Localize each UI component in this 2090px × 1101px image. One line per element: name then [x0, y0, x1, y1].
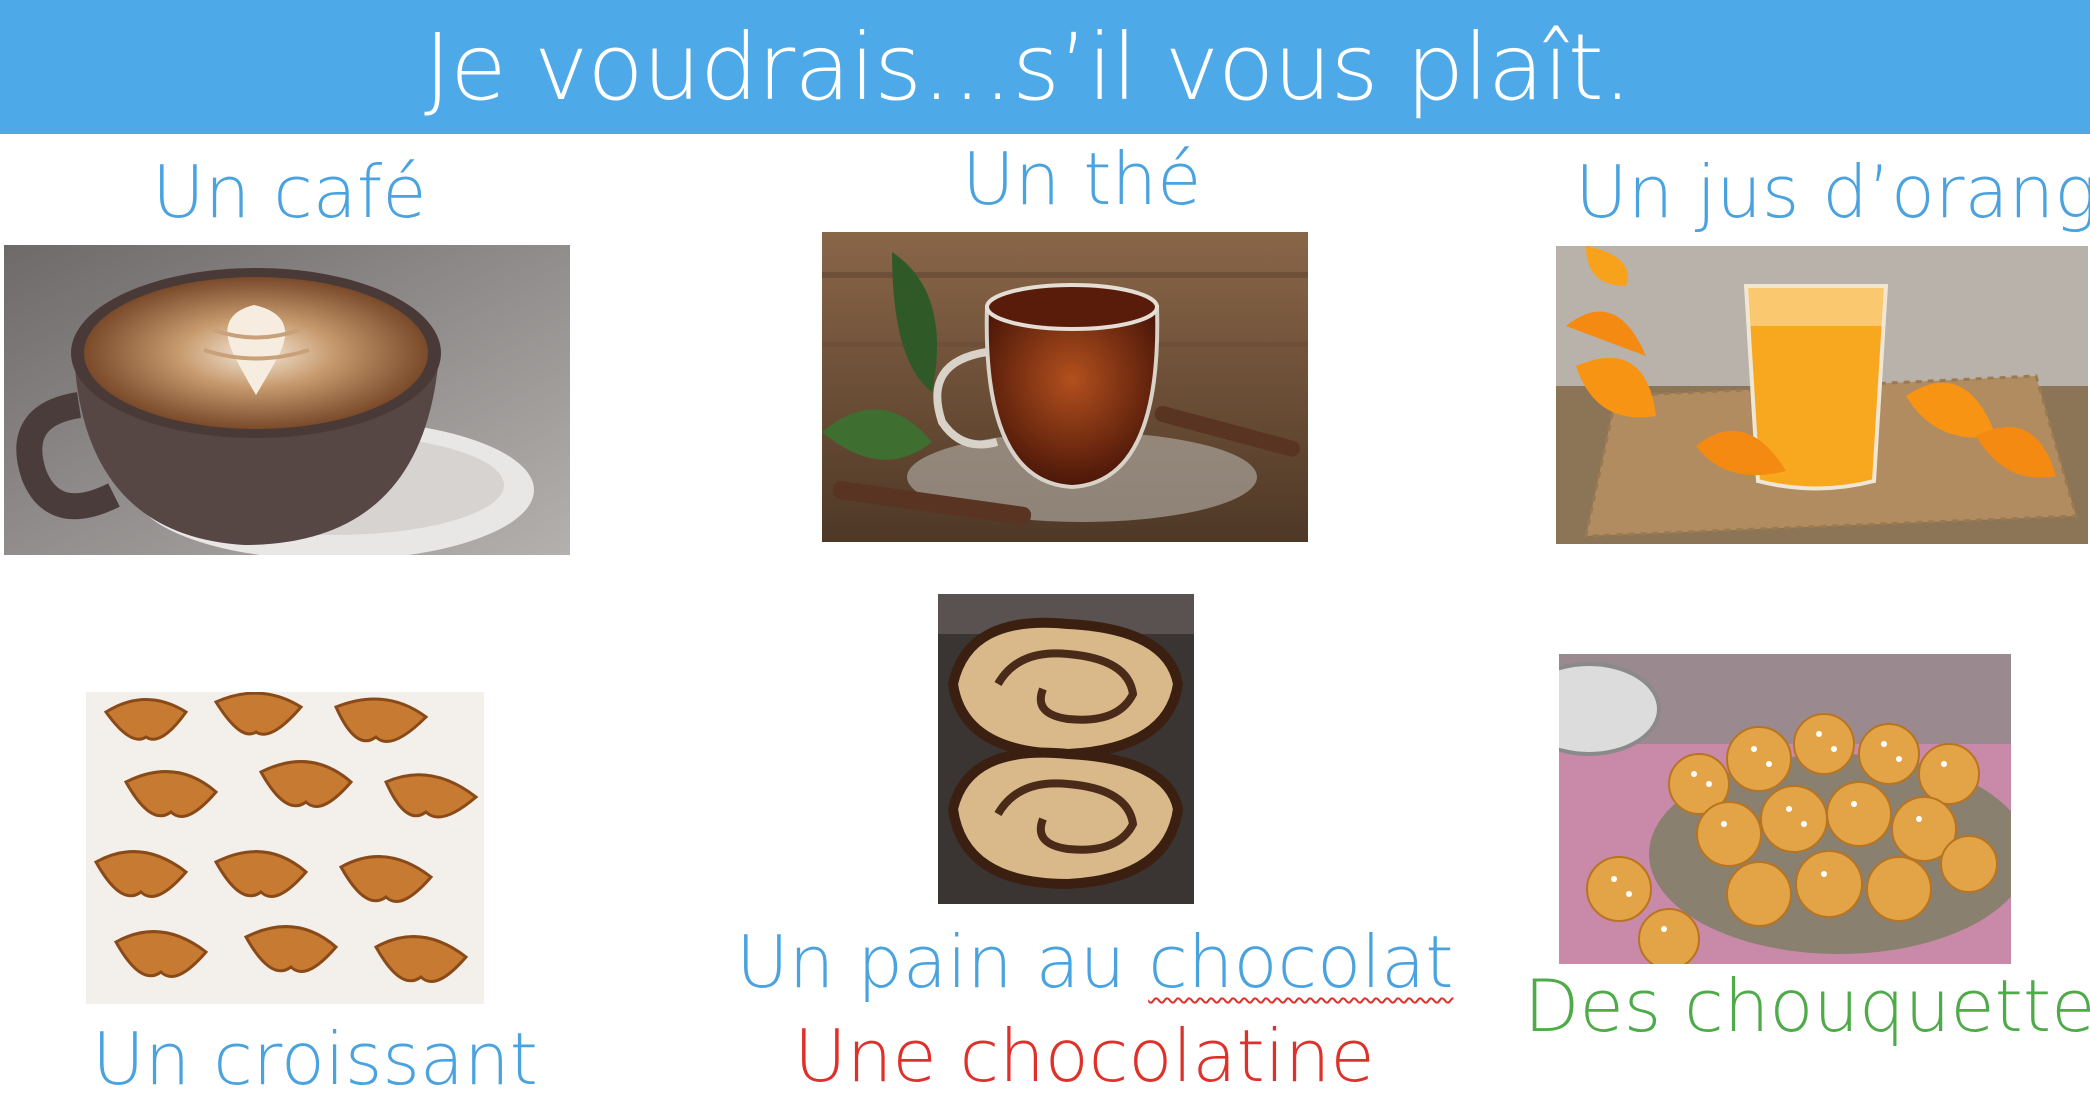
label-croissant: Un croissant	[92, 1017, 538, 1101]
cafe-image	[4, 245, 570, 555]
label-pain-au-prefix: Un pain au	[736, 920, 1149, 1004]
page-title: Je voudrais…s’il vous plaît.	[423, 13, 1632, 121]
jus-orange-image	[1556, 246, 2088, 544]
label-chocolat-underlined: chocolat	[1148, 920, 1454, 1004]
label-chouquettes: Des chouquettes	[1524, 964, 2090, 1048]
croissant-image	[86, 692, 484, 1004]
title-banner: Je voudrais…s’il vous plaît.	[0, 0, 2090, 134]
label-cafe: Un café	[152, 150, 427, 234]
pain-au-chocolat-image	[938, 594, 1194, 904]
label-chocolatine: Une chocolatine	[794, 1014, 1375, 1098]
label-pain-au-chocolat: Un pain au chocolat	[736, 926, 1453, 998]
the-image	[822, 232, 1308, 542]
label-jus-orange: Un jus d’orange	[1575, 150, 2090, 234]
chouquettes-image	[1559, 654, 2011, 964]
label-the: Un thé	[962, 137, 1202, 221]
